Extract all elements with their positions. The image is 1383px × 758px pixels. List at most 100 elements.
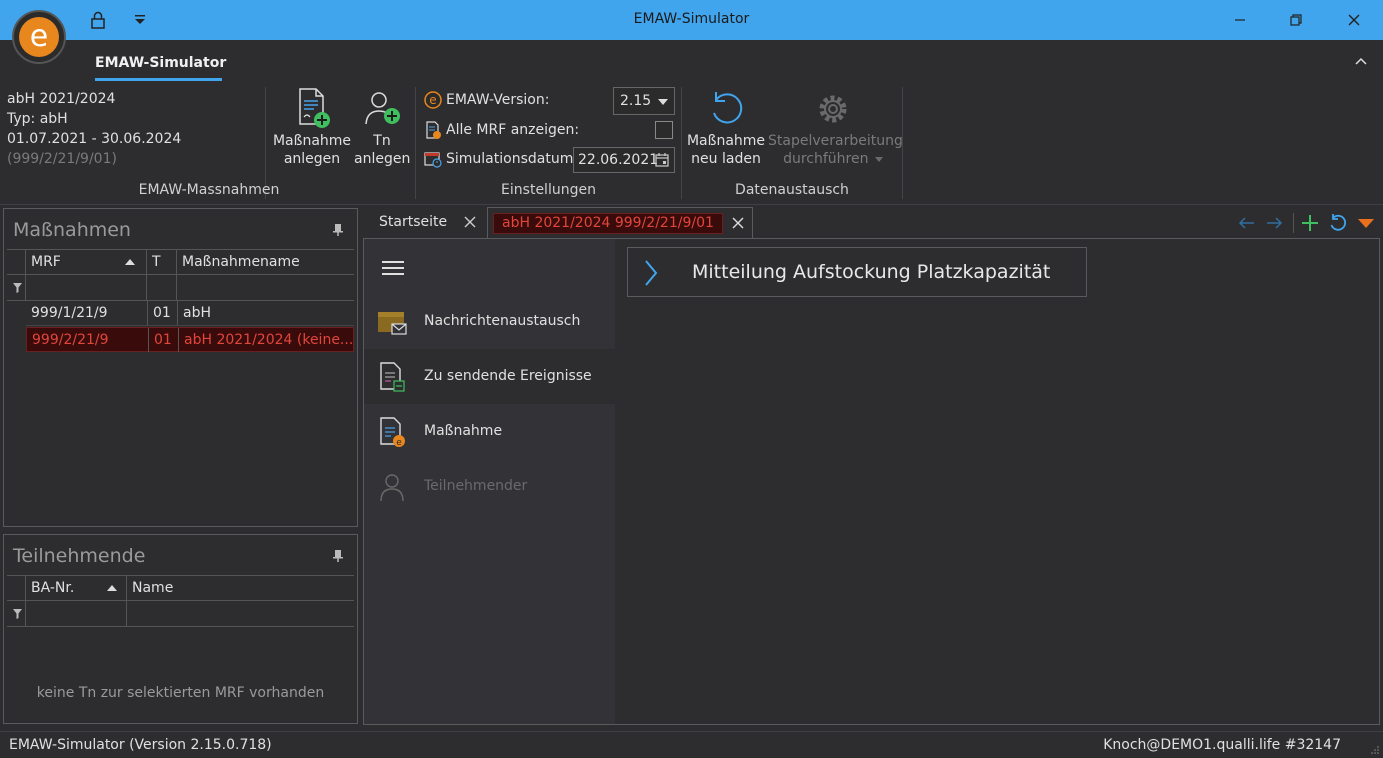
nav-item-label: Teilnehmender <box>424 478 528 494</box>
side-navigation: Nachrichtenaustausch Zu sendende Ereigni… <box>364 239 615 724</box>
massnahme-anlegen-button[interactable]: Maßnahme anlegen <box>272 86 352 168</box>
status-user: Knoch@DEMO1.qualli.life #32147 <box>1103 737 1341 753</box>
cell-massnahmename: abH <box>177 301 355 325</box>
expander-mitteilung-aufstockung[interactable]: Mitteilung Aufstockung Platzkapazität <box>627 247 1087 297</box>
stapel-label-1: Stapelverarbeitung <box>768 133 903 149</box>
massnahmen-filter-row <box>7 275 354 301</box>
neu-laden-label-1: Maßnahme <box>686 133 766 149</box>
nav-item-massnahme[interactable]: e Maßnahme <box>364 404 615 459</box>
filter-cell-name[interactable] <box>126 601 356 626</box>
logo-e-icon: e <box>19 17 59 57</box>
tab-massnahme-label: abH 2021/2024 999/2/21/9/01 <box>493 213 723 234</box>
emaw-version-label: EMAW-Version: <box>446 92 550 108</box>
teilnehmende-filter-row <box>7 601 354 627</box>
calendar-icon[interactable] <box>654 152 670 168</box>
column-header-t[interactable]: T <box>146 250 176 275</box>
expander-label: Mitteilung Aufstockung Platzkapazität <box>692 261 1051 283</box>
tab-toolbar-separator <box>1293 213 1294 233</box>
close-icon[interactable] <box>463 215 477 229</box>
filter-cell-mrf[interactable] <box>25 275 146 300</box>
simulationsdatum-value: 22.06.2021 <box>578 152 659 168</box>
minimize-icon[interactable] <box>1230 10 1250 30</box>
tn-anlegen-label-2: anlegen <box>354 151 411 167</box>
teilnehmende-panel-title: Teilnehmende <box>13 545 146 567</box>
simulationsdatum-input[interactable]: 22.06.2021 <box>573 147 675 173</box>
message-folder-icon <box>378 312 407 335</box>
filter-icon[interactable] <box>13 283 22 293</box>
close-icon[interactable] <box>1344 10 1364 30</box>
info-zeitraum: 01.07.2021 - 30.06.2024 <box>7 131 182 147</box>
nav-item-nachrichtenaustausch[interactable]: Nachrichtenaustausch <box>364 294 615 349</box>
ribbon-tab-underline <box>95 78 222 81</box>
nav-item-teilnehmender[interactable]: Teilnehmender <box>364 459 615 514</box>
filter-cell-t[interactable] <box>146 275 176 300</box>
restore-icon[interactable] <box>1286 10 1306 30</box>
massnahme-anlegen-label-1: Maßnahme <box>272 133 352 149</box>
collapse-ribbon-icon[interactable] <box>1354 56 1368 66</box>
pin-icon[interactable] <box>332 223 344 237</box>
tab-startseite-label: Startseite <box>379 214 448 230</box>
emaw-version-value: 2.15 <box>620 93 652 109</box>
chevron-down-icon <box>874 156 883 162</box>
arrow-right-icon[interactable] <box>1264 213 1284 233</box>
user-add-icon <box>365 92 400 125</box>
resize-grip-icon[interactable] <box>1370 745 1380 755</box>
filter-icon[interactable] <box>13 609 22 619</box>
info-typ: Typ: abH <box>7 111 68 127</box>
nav-item-label: Maßnahme <box>424 423 503 439</box>
filter-cell-massnahmename[interactable] <box>176 275 356 300</box>
alle-mrf-row: Alle MRF anzeigen: <box>424 121 579 139</box>
sort-ascending-icon <box>107 585 117 591</box>
pin-icon[interactable] <box>332 549 344 563</box>
ribbon-tab-emaw-simulator[interactable]: EMAW-Simulator <box>95 55 226 71</box>
close-icon[interactable] <box>731 216 745 230</box>
menu-dropdown-icon[interactable] <box>1356 213 1376 233</box>
massnahme-neu-laden-button[interactable]: Maßnahme neu laden <box>686 88 766 168</box>
column-header-ba-nr[interactable]: BA-Nr. <box>25 576 126 601</box>
column-header-ba-nr-label: BA-Nr. <box>31 580 75 596</box>
hamburger-menu-icon[interactable] <box>382 259 404 277</box>
massnahmen-panel-title: Maßnahmen <box>13 219 131 241</box>
app-logo[interactable]: e <box>12 10 66 64</box>
nav-item-label: Nachrichtenaustausch <box>424 313 581 329</box>
table-row-selected[interactable]: 999/2/21/9 01 abH 2021/2024 (keine... <box>26 327 354 352</box>
document-e-icon <box>426 121 441 139</box>
table-row[interactable]: 999/1/21/9 01 abH <box>26 301 354 326</box>
info-massnahme-name: abH 2021/2024 <box>7 91 116 107</box>
massnahmen-panel: Maßnahmen MRF T Maßnahmename 999/1/21/9 … <box>3 208 358 527</box>
column-header-mrf[interactable]: MRF <box>25 250 146 275</box>
tab-massnahme-active[interactable]: abH 2021/2024 999/2/21/9/01 <box>487 207 753 238</box>
group-label-datenaustausch: Datenaustausch <box>735 182 849 198</box>
teilnehmende-grid-header: BA-Nr. Name <box>7 575 354 601</box>
empty-state-text: keine Tn zur selektierten MRF vorhanden <box>36 685 325 701</box>
cell-t: 01 <box>148 328 178 352</box>
refresh-icon[interactable] <box>1328 213 1348 233</box>
stapelverarbeitung-button[interactable]: Stapelverarbeitung durchführen <box>768 88 903 168</box>
column-header-t-label: T <box>152 254 161 270</box>
add-icon[interactable] <box>1300 213 1320 233</box>
document-e-icon: e <box>380 417 405 448</box>
content-main: Mitteilung Aufstockung Platzkapazität <box>615 239 1379 724</box>
tab-startseite[interactable]: Startseite <box>363 207 485 238</box>
column-header-massnahmename-label: Maßnahmename <box>182 254 300 270</box>
document-tabs: Startseite abH 2021/2024 999/2/21/9/01 <box>363 207 1380 238</box>
column-header-massnahmename[interactable]: Maßnahmename <box>176 250 356 275</box>
svg-text:e: e <box>429 93 436 107</box>
refresh-icon <box>713 92 743 124</box>
column-header-name[interactable]: Name <box>126 576 356 601</box>
ribbon-separator <box>902 87 903 199</box>
alle-mrf-checkbox[interactable] <box>655 121 673 139</box>
emaw-e-icon: e <box>424 91 442 109</box>
group-label-einstellungen: Einstellungen <box>501 182 596 198</box>
arrow-left-icon[interactable] <box>1237 213 1257 233</box>
group-label-massnahmen: EMAW-Massnahmen <box>138 182 280 198</box>
tn-anlegen-button[interactable]: Tn anlegen <box>354 86 410 168</box>
title-bar: EMAW-Simulator <box>0 0 1383 40</box>
filter-cell-ba-nr[interactable] <box>25 601 126 626</box>
calendar-clock-icon <box>424 152 442 168</box>
document-content: Nachrichtenaustausch Zu sendende Ereigni… <box>363 238 1380 725</box>
nav-item-zu-sendende-ereignisse[interactable]: Zu sendende Ereignisse <box>364 349 615 404</box>
emaw-version-select[interactable]: 2.15 <box>613 87 675 115</box>
tn-anlegen-label-1: Tn <box>373 133 391 149</box>
cell-mrf: 999/2/21/9 <box>32 332 109 348</box>
